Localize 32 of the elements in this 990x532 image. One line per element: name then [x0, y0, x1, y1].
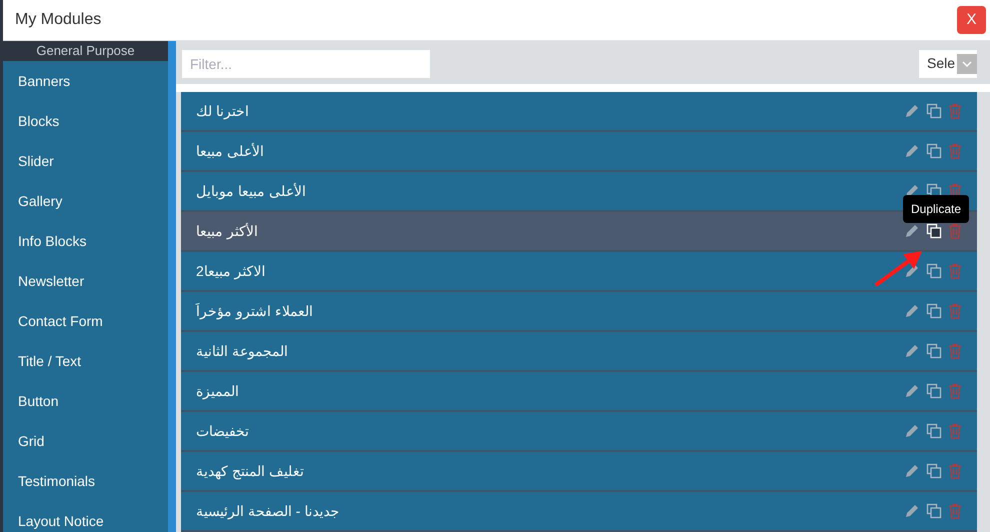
sidebar-item[interactable]: Layout Notice: [3, 501, 168, 532]
close-button[interactable]: X: [957, 6, 986, 34]
sidebar-item[interactable]: Title / Text: [3, 341, 168, 381]
sidebar-item[interactable]: Blocks: [3, 101, 168, 141]
sidebar-header: General Purpose: [3, 41, 168, 61]
duplicate-icon[interactable]: [926, 223, 942, 239]
filter-field[interactable]: Filter...: [182, 50, 430, 78]
module-name: العملاء اشترو مؤخراَ: [196, 302, 313, 322]
window-title: My Modules: [15, 10, 102, 30]
module-name: المجموعة الثانية: [196, 342, 288, 362]
module-name: تخفيضات: [196, 422, 249, 440]
sidebar-item[interactable]: Grid: [3, 421, 168, 461]
sidebar-item[interactable]: Button: [3, 381, 168, 421]
tooltip: Duplicate: [903, 195, 970, 223]
sidebar-item[interactable]: Banners: [3, 61, 168, 101]
select-field[interactable]: Sele: [919, 50, 977, 78]
sidebar-item[interactable]: Newsletter: [3, 261, 168, 301]
module-name: الأعلى مبيعا: [196, 142, 264, 160]
sidebar-item[interactable]: Info Blocks: [3, 221, 168, 261]
sidebar-item[interactable]: Testimonials: [3, 461, 168, 501]
module-name: الأكثر مبيعا: [196, 222, 258, 242]
module-name: المميزة: [196, 382, 239, 402]
sidebar-item[interactable]: Gallery: [3, 181, 168, 221]
module-name: الاكثر مبيعا2: [196, 262, 266, 282]
annotation-arrow: [874, 250, 924, 287]
module-name: جديدنا - الصفحة الرئيسية: [196, 502, 340, 522]
sidebar-item[interactable]: Slider: [3, 141, 168, 181]
chevron-down-icon: [957, 54, 977, 74]
module-name: الأعلى مبيعا موبايل: [196, 182, 306, 202]
sidebar-item[interactable]: Contact Form: [3, 301, 168, 341]
module-name: اخترنا لك: [196, 102, 249, 122]
module-name: تغليف المنتج كهدية: [196, 462, 304, 482]
